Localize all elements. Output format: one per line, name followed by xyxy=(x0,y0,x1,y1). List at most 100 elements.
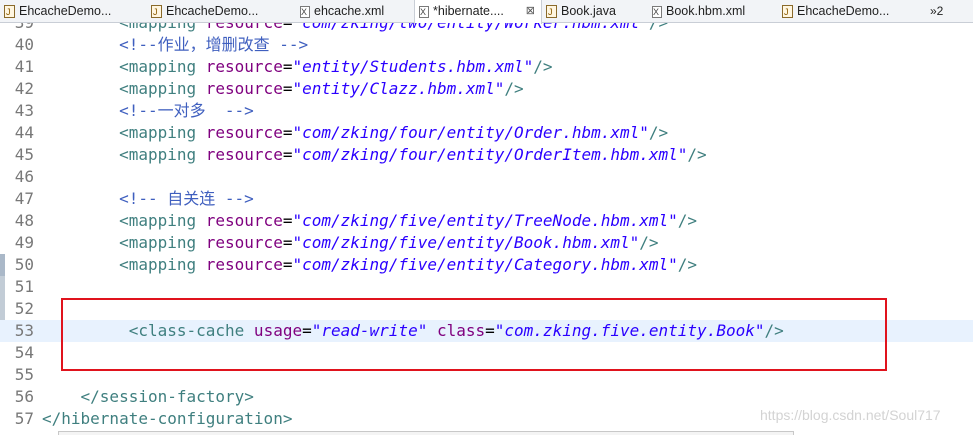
code-line[interactable]: 51 xyxy=(0,276,973,298)
code-line[interactable]: 45 <mapping resource="com/zking/four/ent… xyxy=(0,144,973,166)
token-tag: <mapping xyxy=(119,123,197,142)
code-line[interactable]: 40 <!--作业，增删改查 --> xyxy=(0,34,973,56)
token-attr: resource xyxy=(196,233,283,252)
token-tag: <mapping xyxy=(119,233,197,252)
line-number: 43 xyxy=(14,101,34,120)
editor-tab[interactable]: EhcacheDemo... xyxy=(778,0,928,23)
code-text: <mapping resource="com/zking/four/entity… xyxy=(42,122,668,144)
token-val: "entity/Students.hbm.xml" xyxy=(292,57,534,76)
editor-tab-bar: EhcacheDemo... EhcacheDemo... ehcache.xml *… xyxy=(0,0,973,24)
code-text: <mapping resource="entity/Clazz.hbm.xml"… xyxy=(42,78,524,100)
code-text: </session-factory> xyxy=(42,386,254,408)
code-text: </hibernate-configuration> xyxy=(42,408,292,430)
code-line[interactable]: 48 <mapping resource="com/zking/five/ent… xyxy=(0,210,973,232)
line-number: 55 xyxy=(14,365,34,384)
code-text: <!--一对多 --> xyxy=(42,100,254,122)
horizontal-scrollbar[interactable] xyxy=(58,431,794,435)
line-number: 41 xyxy=(14,57,34,76)
code-line[interactable]: 49 <mapping resource="com/zking/five/ent… xyxy=(0,232,973,254)
java-file-icon xyxy=(782,1,793,23)
token-tag: <mapping xyxy=(119,23,196,32)
token-attr: resource xyxy=(196,145,283,164)
code-line[interactable]: 50 <mapping resource="com/zking/five/ent… xyxy=(0,254,973,276)
token-tag: </hibernate-configuration> xyxy=(42,409,293,428)
tab-label: *hibernate.... xyxy=(433,4,504,19)
close-tab-icon[interactable]: ⊠ xyxy=(526,0,535,23)
token-val: "com/zking/two/entity/Worker.hbm.xml" xyxy=(292,23,648,32)
token-com: <!--一对多 --> xyxy=(119,101,254,120)
token-tag: <mapping xyxy=(119,255,197,274)
code-text: <mapping resource="com/zking/five/entity… xyxy=(42,210,697,232)
token-tag: /> xyxy=(687,145,707,164)
editor-tab[interactable]: EhcacheDemo... xyxy=(0,0,147,23)
code-text: <!--作业，增删改查 --> xyxy=(42,34,308,56)
xml-file-icon xyxy=(652,1,662,23)
code-line[interactable]: 42 <mapping resource="entity/Clazz.hbm.x… xyxy=(0,78,973,100)
code-line[interactable]: 41 <mapping resource="entity/Students.hb… xyxy=(0,56,973,78)
tab-label: EhcacheDemo... xyxy=(797,4,890,19)
line-number: 51 xyxy=(14,277,34,296)
token-tag: <mapping xyxy=(119,211,197,230)
code-editor[interactable]: 39 <mapping resource="com/zking/two/enti… xyxy=(0,23,973,435)
token-tag: <mapping xyxy=(119,145,197,164)
line-number: 46 xyxy=(14,167,34,186)
token-val: "entity/Clazz.hbm.xml" xyxy=(292,79,505,98)
token-com: <!-- 自关连 --> xyxy=(119,189,254,208)
code-text: <mapping resource="com/zking/five/entity… xyxy=(42,254,697,276)
code-text: <mapping resource="com/zking/two/entity/… xyxy=(42,23,668,34)
token-attr: resource xyxy=(196,57,283,76)
tab-label: EhcacheDemo... xyxy=(19,4,112,19)
token-tag: /> xyxy=(533,57,553,76)
code-line[interactable]: 46 xyxy=(0,166,973,188)
code-text: <mapping resource="com/zking/five/entity… xyxy=(42,232,659,254)
token-tag: <mapping xyxy=(119,57,197,76)
token-tag: /> xyxy=(677,211,698,230)
token-tag: /> xyxy=(504,79,524,98)
line-number: 40 xyxy=(14,35,34,54)
java-file-icon xyxy=(151,1,162,23)
token-attr: resource xyxy=(196,23,283,32)
line-number: 57 xyxy=(14,409,34,428)
editor-tab[interactable]: ehcache.xml xyxy=(296,0,414,23)
code-line[interactable]: 44 <mapping resource="com/zking/four/ent… xyxy=(0,122,973,144)
line-number: 54 xyxy=(14,343,34,362)
watermark: https://blog.csdn.net/Soul717 xyxy=(760,407,941,423)
code-line[interactable]: 56 </session-factory> xyxy=(0,386,973,408)
token-val: "com/zking/five/entity/Category.hbm.xml" xyxy=(292,255,678,274)
code-line[interactable]: 47 <!-- 自关连 --> xyxy=(0,188,973,210)
token-val: "com/zking/five/entity/Book.hbm.xml" xyxy=(292,233,640,252)
line-number: 53 xyxy=(14,321,34,340)
line-number: 39 xyxy=(10,23,34,34)
line-number: 44 xyxy=(14,123,34,142)
more-tabs-button[interactable]: »2 xyxy=(930,0,943,23)
line-number: 42 xyxy=(14,79,34,98)
line-number: 49 xyxy=(14,233,34,252)
code-text: <mapping resource="com/zking/four/entity… xyxy=(42,144,707,166)
tab-label: ehcache.xml xyxy=(314,4,385,19)
tab-label: EhcacheDemo... xyxy=(166,4,259,19)
token-val: "com/zking/five/entity/TreeNode.hbm.xml" xyxy=(292,211,678,230)
token-tag: /> xyxy=(649,23,668,32)
token-attr: resource xyxy=(196,211,283,230)
editor-tab[interactable]: *hibernate.... ⊠ xyxy=(414,0,542,24)
token-com: <!--作业，增删改查 --> xyxy=(119,35,309,54)
line-number: 52 xyxy=(14,299,34,318)
editor-tab[interactable]: Book.java xyxy=(542,0,648,23)
token-attr: resource xyxy=(196,255,283,274)
highlight-box xyxy=(61,298,887,371)
java-file-icon xyxy=(4,1,15,23)
token-attr: resource xyxy=(196,79,283,98)
token-tag: </session-factory> xyxy=(80,387,254,406)
token-tag: /> xyxy=(639,233,659,252)
code-line[interactable]: 43 <!--一对多 --> xyxy=(0,100,973,122)
editor-tab[interactable]: EhcacheDemo... xyxy=(147,0,296,23)
java-file-icon xyxy=(546,1,557,23)
token-tag: /> xyxy=(677,255,698,274)
xml-file-icon xyxy=(300,1,310,23)
line-number: 48 xyxy=(14,211,34,230)
token-val: "com/zking/four/entity/Order.hbm.xml" xyxy=(292,123,649,142)
line-number: 56 xyxy=(14,387,34,406)
editor-tab[interactable]: Book.hbm.xml xyxy=(648,0,778,23)
line-number: 50 xyxy=(14,255,34,274)
code-line[interactable]: 39 <mapping resource="com/zking/two/enti… xyxy=(0,23,973,34)
